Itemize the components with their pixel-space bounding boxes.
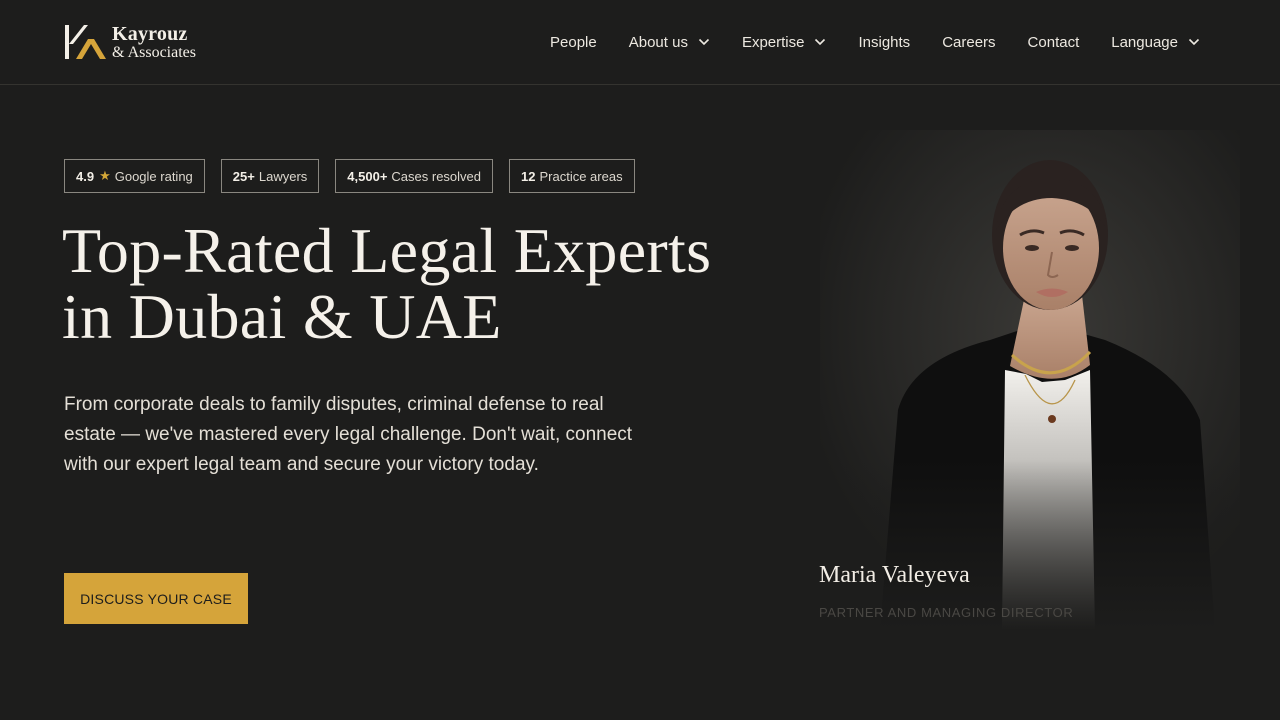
chevron-down-icon — [698, 38, 710, 46]
nav-people[interactable]: People — [550, 31, 597, 53]
headline-line-2: in Dubai & UAE — [62, 281, 502, 352]
partner-name: Maria Valeyeva — [819, 562, 970, 588]
stat-value: 4.9 — [76, 168, 95, 184]
stat-label: Practice areas — [539, 168, 623, 184]
stat-badge-cases: 4,500+ Cases resolved — [335, 159, 494, 193]
site-header: Kayrouz & Associates People About us Exp… — [0, 0, 1280, 85]
nav-label: People — [550, 33, 597, 51]
main-nav: People About us Expertise Insights Caree… — [550, 31, 1200, 53]
headline-line-1: Top-Rated Legal Experts — [62, 215, 712, 286]
discuss-case-button[interactable]: DISCUSS YOUR CASE — [64, 573, 248, 624]
nav-label: About us — [628, 33, 688, 51]
nav-language[interactable]: Language — [1111, 31, 1200, 53]
nav-label: Contact — [1027, 33, 1080, 51]
nav-contact[interactable]: Contact — [1028, 31, 1080, 53]
stat-label: Lawyers — [258, 168, 308, 184]
stats-badges: 4.9 ★ Google rating 25+ Lawyers 4,500+ C… — [64, 159, 651, 193]
brand-name: Kayrouz — [112, 22, 188, 45]
nav-about-us[interactable]: About us — [629, 31, 710, 53]
logo-mark-icon — [65, 25, 106, 59]
nav-label: Language — [1111, 33, 1178, 51]
stat-label: Cases resolved — [391, 168, 482, 184]
chevron-down-icon — [1188, 38, 1200, 46]
hero-lead: From corporate deals to family disputes,… — [64, 394, 633, 475]
stat-badge-practice-areas: 12 Practice areas — [509, 159, 635, 193]
partner-portrait — [820, 130, 1240, 630]
stat-value: 4,500+ — [347, 168, 388, 184]
nav-label: Expertise — [741, 33, 805, 51]
partner-role: PARTNER AND MANAGING DIRECTOR — [819, 605, 1074, 620]
stat-value: 12 — [521, 168, 536, 184]
star-icon: ★ — [99, 168, 111, 183]
nav-careers[interactable]: Careers — [942, 31, 995, 53]
hero-headline: Top-Rated Legal Experts in Dubai & UAE — [62, 218, 822, 350]
stat-badge-rating: 4.9 ★ Google rating — [64, 159, 205, 193]
nav-label: Insights — [858, 33, 911, 51]
nav-insights[interactable]: Insights — [858, 31, 910, 53]
stat-label: Google rating — [114, 168, 193, 184]
nav-expertise[interactable]: Expertise — [742, 31, 827, 53]
brand-subname: & Associates — [112, 43, 196, 61]
nav-label: Careers — [942, 33, 996, 51]
stat-value: 25+ — [232, 168, 255, 184]
stat-badge-lawyers: 25+ Lawyers — [220, 159, 320, 193]
brand-logo[interactable]: Kayrouz & Associates — [64, 22, 196, 62]
chevron-down-icon — [815, 38, 826, 46]
